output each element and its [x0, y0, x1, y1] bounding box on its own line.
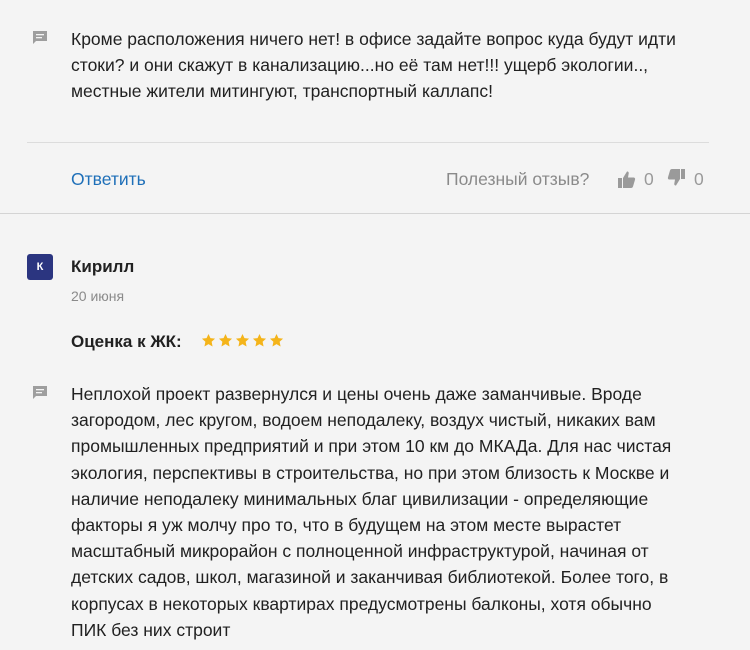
review-text-line: загородом, лес кругом, водоем неподалеку… [71, 410, 656, 431]
review-text-line: факторы я уж молчу про то, что в будущем… [71, 515, 622, 536]
review-date: 20 июня [71, 288, 125, 304]
review-separator [0, 213, 750, 214]
comment-icon [33, 386, 47, 399]
star-icon [218, 333, 233, 347]
reply-button[interactable]: Ответить [71, 169, 146, 190]
author-name: Кирилл [71, 257, 135, 276]
review-text-line: стоки? и они скажут в канализацию...но е… [71, 55, 649, 76]
thumbs-up-icon[interactable] [617, 170, 636, 189]
review-text: Кроме расположения ничего нет! в офисе з… [71, 26, 721, 105]
star-icon [252, 333, 267, 347]
rating-stars [201, 333, 284, 348]
comment-icon [33, 31, 47, 44]
review-text-line: местные жители митингуют, транспортный к… [71, 81, 493, 102]
review-text-line: Неплохой проект развернулся и цены очень… [71, 384, 642, 404]
thumbs-down-icon[interactable] [667, 168, 686, 187]
review-text-line: корпусах в некоторых квартирах предусмот… [71, 593, 652, 614]
review-text-line: ПИК без них строит [71, 619, 231, 640]
review-text-line: детских садов, школ, магазиной и заканчи… [71, 567, 669, 588]
review-text-line: промышленных предприятий и при этом 10 к… [71, 436, 672, 457]
review-text-line: масштабный микрорайон с полноценной инфр… [71, 541, 649, 562]
star-icon [201, 333, 216, 347]
dislikes-count: 0 [694, 169, 704, 189]
rating-label: Оценка к ЖК: [71, 332, 182, 351]
likes-count: 0 [644, 169, 654, 189]
helpful-label: Полезный отзыв? [446, 169, 590, 189]
divider [27, 142, 709, 143]
review-text-line: наличие неподалеку минимальных благ циви… [71, 488, 649, 509]
star-icon [269, 333, 284, 347]
star-icon [235, 333, 250, 347]
review-text: Неплохой проект развернулся и цены очень… [71, 381, 721, 643]
avatar: К [27, 254, 53, 280]
review-text-line: экология, перспективы в строительства, н… [71, 462, 670, 483]
review-text-line: Кроме расположения ничего нет! в офисе з… [71, 29, 676, 49]
